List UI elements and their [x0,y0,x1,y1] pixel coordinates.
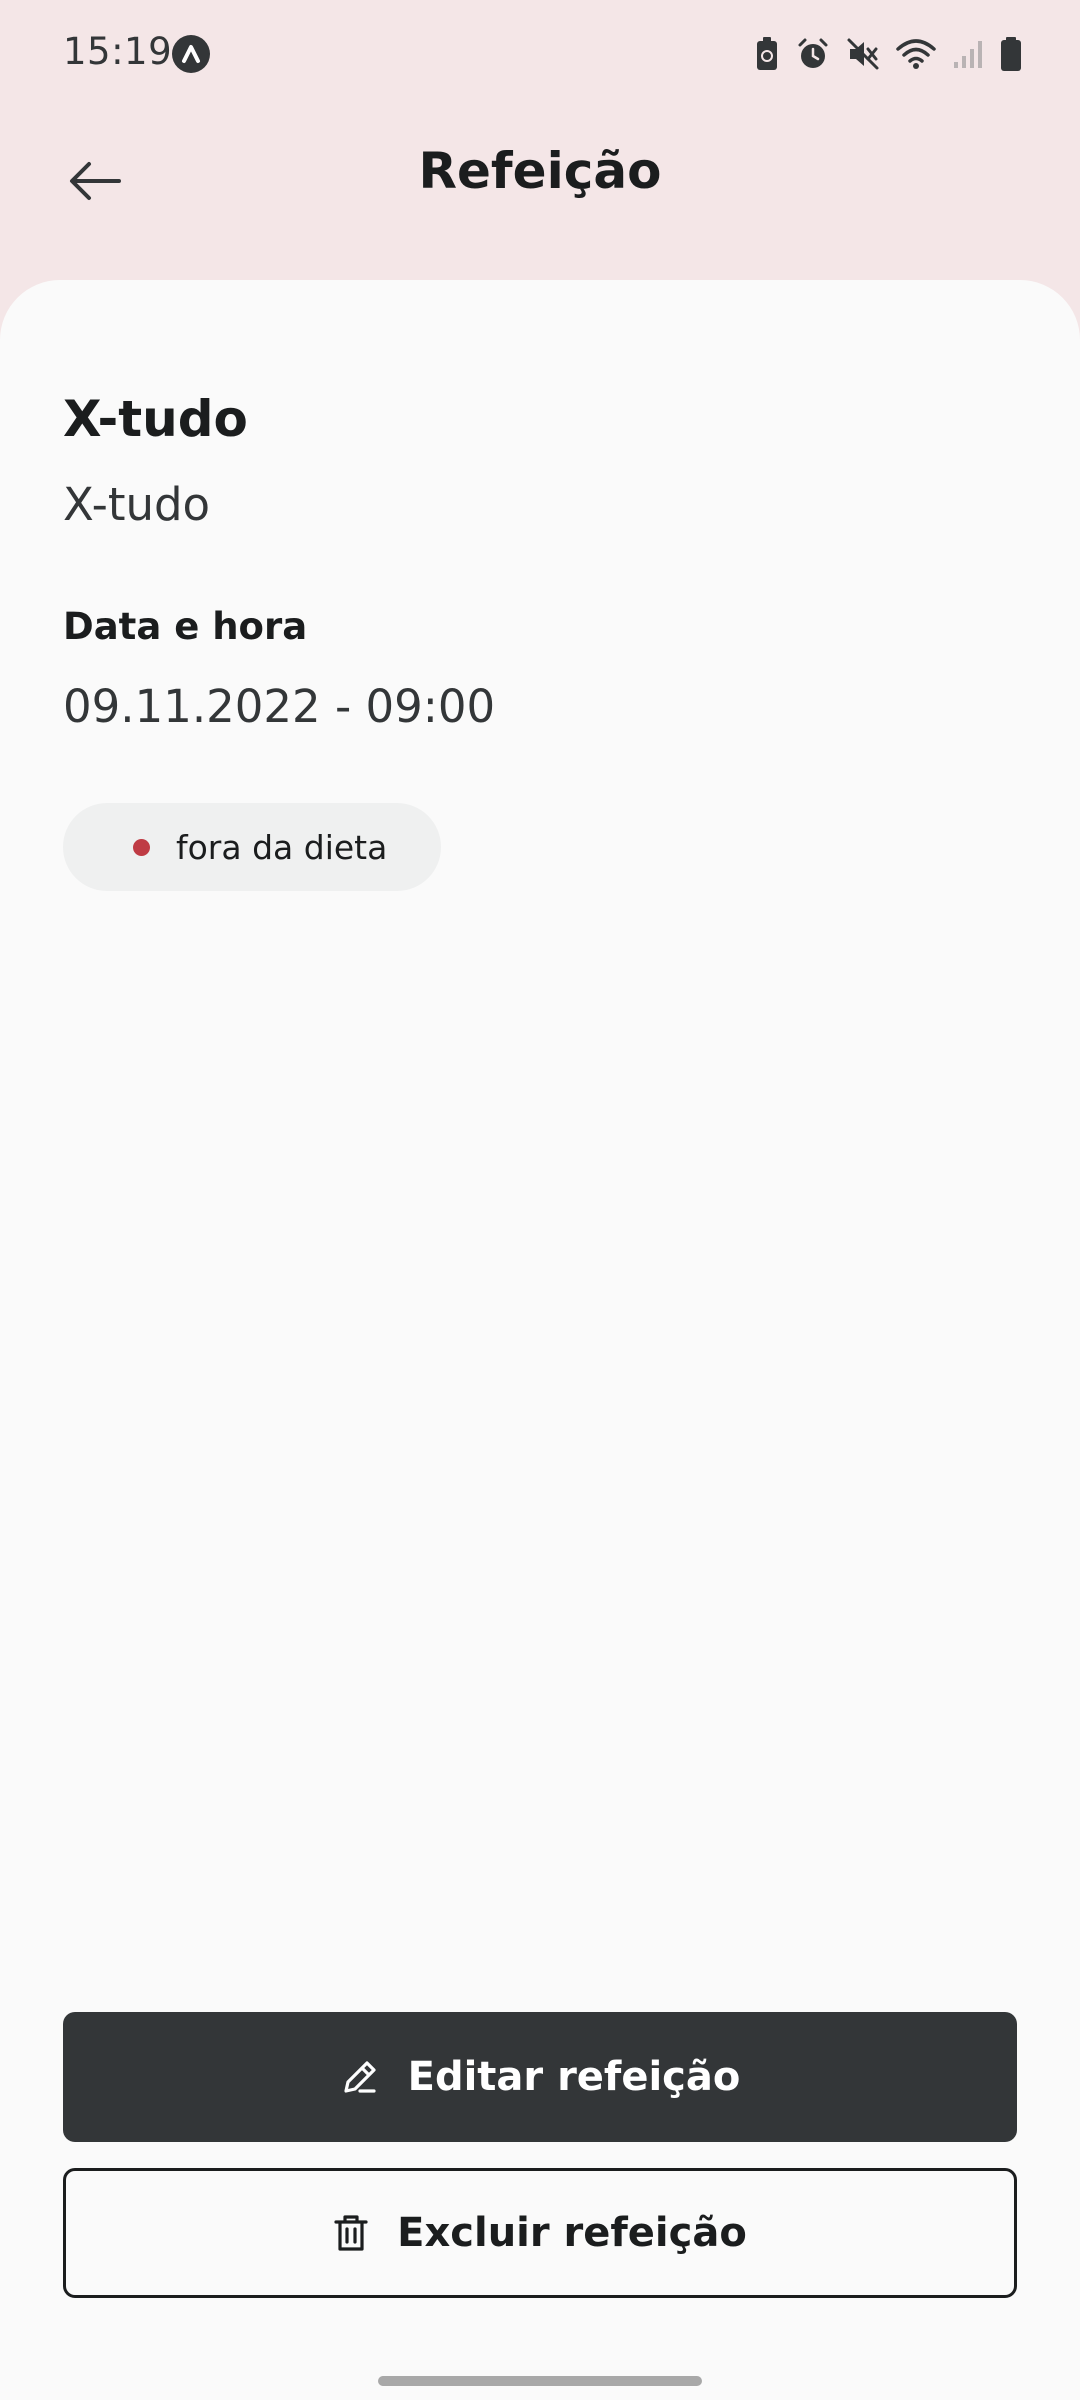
meal-detail-card: X-tudo X-tudo Data e hora 09.11.2022 - 0… [0,280,1080,2400]
edit-meal-button[interactable]: Editar refeição [63,2012,1017,2142]
trash-icon [333,2213,369,2253]
meal-description: X-tudo [63,478,211,531]
edit-meal-label: Editar refeição [407,2054,741,2100]
app-notification-icon [172,35,210,73]
pencil-icon [340,2057,380,2097]
meal-detail-screen: 15:19 Refeição X-tudo X-tudo Data e hora… [0,0,1080,2400]
diet-status-badge: fora da dieta [63,803,441,891]
app-header: Refeição [0,108,1080,280]
meal-name: X-tudo [63,390,248,448]
battery-saver-icon [754,36,780,72]
status-bar: 15:19 [0,0,1080,108]
alarm-icon [796,37,830,71]
battery-icon [1000,36,1022,72]
page-title: Refeição [418,142,662,200]
delete-meal-label: Excluir refeição [397,2210,747,2256]
signal-icon [952,38,984,70]
wifi-icon [896,37,936,71]
datetime-value: 09.11.2022 - 09:00 [63,680,496,733]
mute-icon [846,37,880,71]
status-dot-icon [133,838,150,856]
status-time: 15:19 [63,30,173,73]
diet-status-label: fora da dieta [176,827,388,867]
delete-meal-button[interactable]: Excluir refeição [63,2168,1017,2298]
datetime-label: Data e hora [63,605,308,648]
home-indicator[interactable] [378,2376,702,2386]
status-icons [754,34,1022,74]
